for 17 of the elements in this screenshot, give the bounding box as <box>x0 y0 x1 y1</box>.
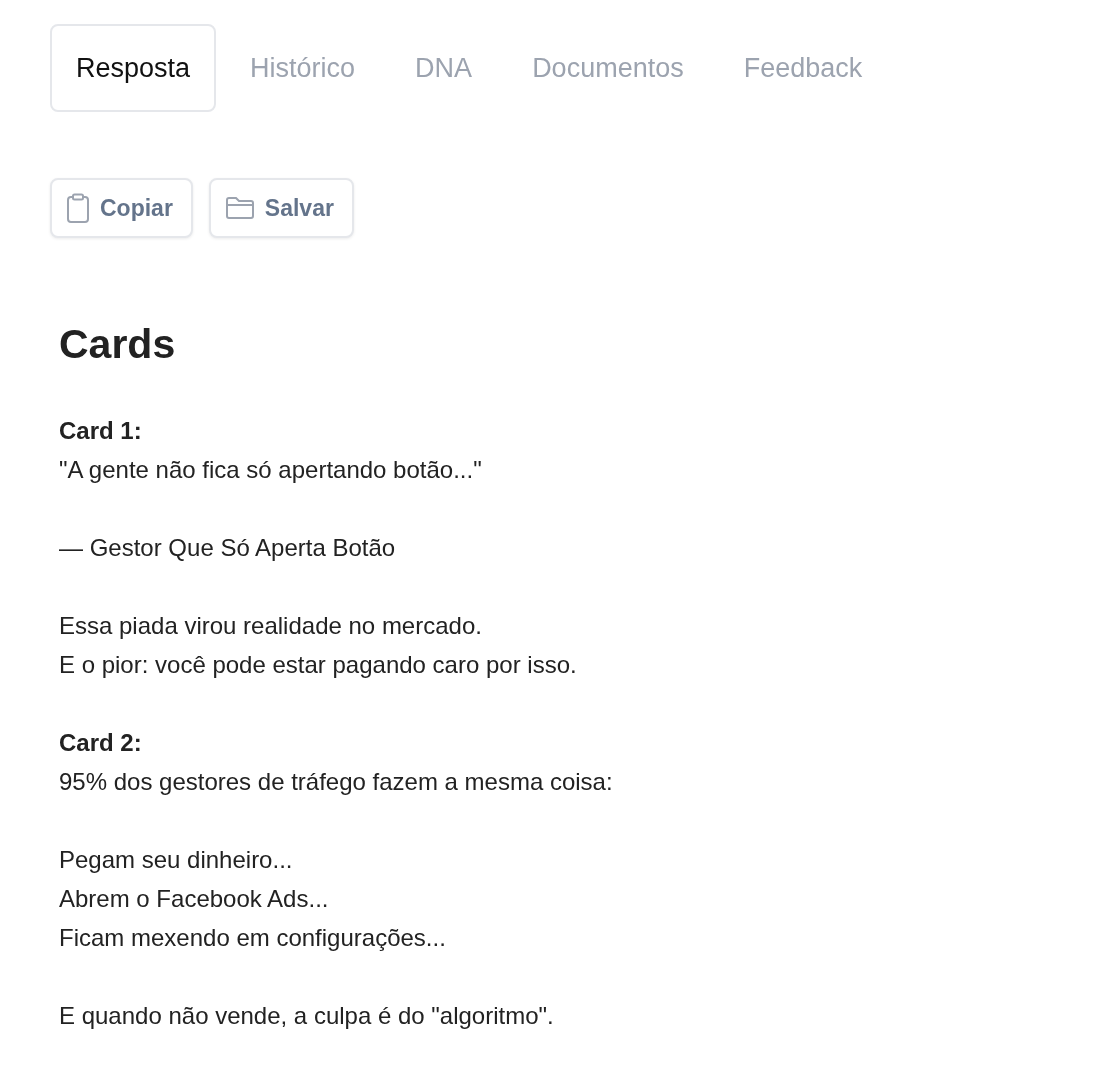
text-line: — Gestor Que Só Aperta Botão <box>59 533 397 564</box>
text-line: 95% dos gestores de tráfego fazem a mesma coisa: <box>59 767 614 798</box>
clipboard-icon <box>66 193 90 223</box>
text-line: E o pior: você pode estar pagando caro por isso. <box>59 650 578 681</box>
folder-icon <box>224 196 255 220</box>
card-label: Card 2: <box>59 728 143 759</box>
tab[interactable]: Resposta <box>50 24 217 112</box>
text-line: Essa piada virou realidade no mercado. <box>59 611 483 642</box>
copy-button[interactable]: Copiar <box>50 178 193 238</box>
save-button[interactable]: Salvar <box>208 178 354 238</box>
text-line: "A gente não fica só apertando botão..." <box>59 455 483 486</box>
section-heading: Cards <box>59 322 177 368</box>
text-line: Ficam mexendo em configurações... <box>59 923 447 954</box>
text-line: Pegam seu dinheiro... <box>59 845 294 876</box>
text-line: Abrem o Facebook Ads... <box>59 884 330 915</box>
card-label: Card 1: <box>59 416 143 447</box>
text-line: E quando não vende, a culpa é do "algoritmo". <box>59 1001 555 1032</box>
